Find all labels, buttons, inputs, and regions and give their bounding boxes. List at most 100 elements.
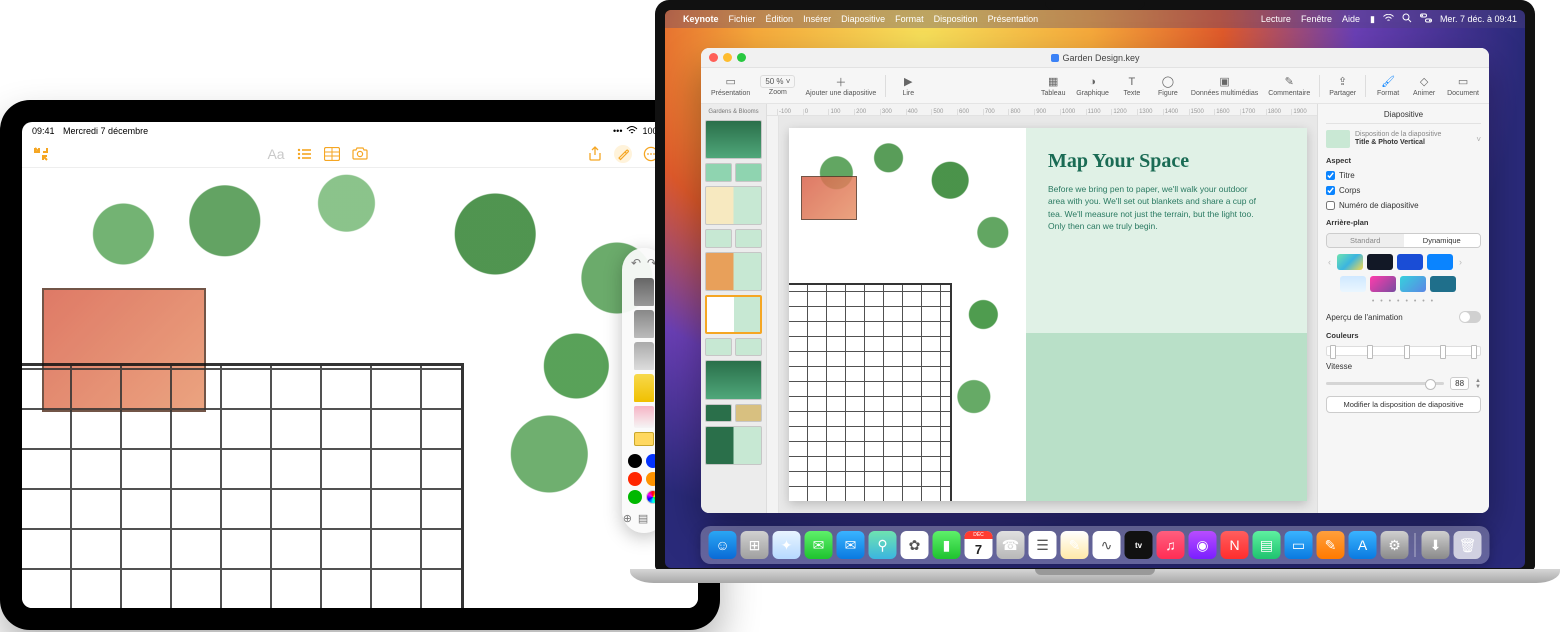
slide-thumb-13[interactable] [735, 404, 762, 423]
toolbar-media-button[interactable]: ▣Données multimédias [1187, 75, 1262, 97]
window-close-button[interactable] [709, 53, 718, 62]
swatch-next-icon[interactable]: › [1457, 257, 1464, 267]
background-segment[interactable]: Standard Dynamique [1326, 233, 1481, 248]
checkbox-slidenum[interactable]: Numéro de diapositive [1326, 201, 1481, 210]
slide-thumb-2[interactable] [705, 163, 732, 182]
dock-photos-icon[interactable]: ✿ [901, 531, 929, 559]
dock-facetime-icon[interactable]: ▮ [933, 531, 961, 559]
dock-music-icon[interactable]: ♫ [1157, 531, 1185, 559]
toolbar-share-button[interactable]: ⇪Partager [1325, 75, 1360, 97]
toolbar-table-button[interactable]: ▦Tableau [1036, 75, 1070, 97]
menu-format[interactable]: Format [895, 14, 924, 24]
menubar-wifi-icon[interactable] [1383, 14, 1394, 24]
menu-fichier[interactable]: Fichier [729, 14, 756, 24]
slide-thumb-5[interactable] [705, 229, 732, 248]
bg-swatch-6[interactable] [1370, 276, 1396, 292]
window-minimize-button[interactable] [723, 53, 732, 62]
bg-swatch-3[interactable] [1397, 254, 1423, 270]
menu-fenetre[interactable]: Fenêtre [1301, 14, 1332, 24]
menu-diapositive[interactable]: Diapositive [841, 14, 885, 24]
seg-dynamic[interactable]: Dynamique [1404, 234, 1481, 247]
menu-edition[interactable]: Édition [766, 14, 794, 24]
slide-title[interactable]: Map Your Space [1048, 150, 1285, 173]
toolbar-presentation-button[interactable]: ▭ Présentation [707, 75, 754, 97]
share-icon[interactable] [586, 145, 604, 163]
dock-keynote-icon[interactable]: ▭ [1285, 531, 1313, 559]
dock-mail-icon[interactable]: ✉ [837, 531, 865, 559]
dock-news-icon[interactable]: N [1221, 531, 1249, 559]
gradient-editor[interactable] [1326, 346, 1481, 356]
bg-swatch-4[interactable] [1427, 254, 1453, 270]
menu-aide[interactable]: Aide [1342, 14, 1360, 24]
slide-thumb-8-selected[interactable] [705, 295, 762, 334]
slide-navigator[interactable]: Gardens & Blooms [701, 104, 767, 513]
edit-layout-button[interactable]: Modifier la disposition de diapositive [1326, 396, 1481, 413]
menu-inserer[interactable]: Insérer [803, 14, 831, 24]
slide-canvas[interactable]: Map Your Space Before we bring pen to pa… [779, 116, 1317, 513]
menu-presentation[interactable]: Présentation [988, 14, 1039, 24]
inspector-layout-row[interactable]: Disposition de la diapositive Title & Ph… [1326, 130, 1481, 148]
menubar-spotlight-icon[interactable] [1402, 13, 1412, 25]
toolbar-chart-button[interactable]: ◑Graphique [1072, 75, 1113, 97]
slide-thumb-7[interactable] [705, 252, 762, 291]
dock-pages-icon[interactable]: ✎ [1317, 531, 1345, 559]
swatch-prev-icon[interactable]: ‹ [1326, 257, 1333, 267]
menubar-app-name[interactable]: Keynote [683, 14, 719, 24]
checkbox-titre[interactable]: Titre [1326, 171, 1481, 180]
menubar-clock[interactable]: Mer. 7 déc. à 09:41 [1440, 14, 1517, 24]
slide-thumb-10[interactable] [735, 338, 762, 357]
table-icon[interactable] [323, 145, 341, 163]
speed-stepper-down[interactable]: ▼ [1475, 384, 1481, 390]
dock-safari-icon[interactable]: ✦ [773, 531, 801, 559]
dock-settings-icon[interactable]: ⚙ [1381, 531, 1409, 559]
window-zoom-button[interactable] [737, 53, 746, 62]
toolbar-comment-button[interactable]: ✎Commentaire [1264, 75, 1314, 97]
slide-thumb-12[interactable] [705, 404, 732, 423]
menubar-control-center-icon[interactable] [1420, 13, 1432, 25]
ipad-drawing-canvas[interactable]: ↶ ↷ ⊕ ▤ [22, 168, 698, 608]
slide-thumb-1[interactable] [705, 120, 762, 159]
dock-messages-icon[interactable]: ✉ [805, 531, 833, 559]
slide-thumb-14[interactable] [705, 426, 762, 465]
text-style-icon[interactable]: Aa [267, 145, 285, 163]
toolbar-format-button[interactable]: 🖌Format [1371, 75, 1405, 97]
toolbar-animate-button[interactable]: ◇Animer [1407, 75, 1441, 97]
menubar-battery-icon[interactable]: ▮ [1370, 14, 1375, 25]
menu-disposition[interactable]: Disposition [934, 14, 978, 24]
bg-swatch-1[interactable] [1337, 254, 1363, 270]
slide-thumb-3[interactable] [735, 163, 762, 182]
seg-standard[interactable]: Standard [1327, 234, 1404, 247]
dock-freeform-icon[interactable]: ∿ [1093, 531, 1121, 559]
dock-downloads-icon[interactable]: ⬇ [1422, 531, 1450, 559]
dock-maps-icon[interactable]: ⚲ [869, 531, 897, 559]
bg-swatch-2[interactable] [1367, 254, 1393, 270]
slide-thumb-11[interactable] [705, 360, 762, 399]
exit-fullscreen-icon[interactable] [32, 145, 50, 163]
dock-numbers-icon[interactable]: ▤ [1253, 531, 1281, 559]
slide-image-placeholder[interactable] [789, 128, 1026, 501]
camera-icon[interactable] [351, 145, 369, 163]
toolbar-shape-button[interactable]: ◯Figure [1151, 75, 1185, 97]
speed-slider[interactable] [1326, 382, 1444, 385]
anim-preview-toggle[interactable] [1459, 311, 1481, 323]
dock-finder-icon[interactable]: ☺ [709, 531, 737, 559]
toolbar-add-slide-button[interactable]: ＋ Ajouter une diapositive [801, 75, 880, 97]
inspector-tab-diapositive[interactable]: Diapositive [1326, 110, 1481, 124]
dock-launchpad-icon[interactable]: ⊞ [741, 531, 769, 559]
toolbar-zoom-button[interactable]: 50 % ˅ Zoom [756, 75, 799, 96]
dock-notes-icon[interactable]: ✎ [1061, 531, 1089, 559]
dock-tv-icon[interactable]: tv [1125, 531, 1153, 559]
bg-swatch-8[interactable] [1430, 276, 1456, 292]
dock-reminders-icon[interactable]: ☰ [1029, 531, 1057, 559]
slide-body-text[interactable]: Before we bring pen to paper, we'll walk… [1048, 183, 1258, 232]
dock-appstore-icon[interactable]: A [1349, 531, 1377, 559]
menu-lecture[interactable]: Lecture [1261, 14, 1291, 24]
checklist-icon[interactable] [295, 145, 313, 163]
speed-value[interactable]: 88 [1450, 377, 1469, 390]
toolbar-play-button[interactable]: ▶ Lire [891, 75, 925, 97]
checkbox-corps[interactable]: Corps [1326, 186, 1481, 195]
slide-thumb-9[interactable] [705, 338, 732, 357]
slide-thumb-4[interactable] [705, 186, 762, 225]
bg-swatch-7[interactable] [1400, 276, 1426, 292]
chevron-down-icon[interactable]: ˅ [1476, 135, 1481, 144]
